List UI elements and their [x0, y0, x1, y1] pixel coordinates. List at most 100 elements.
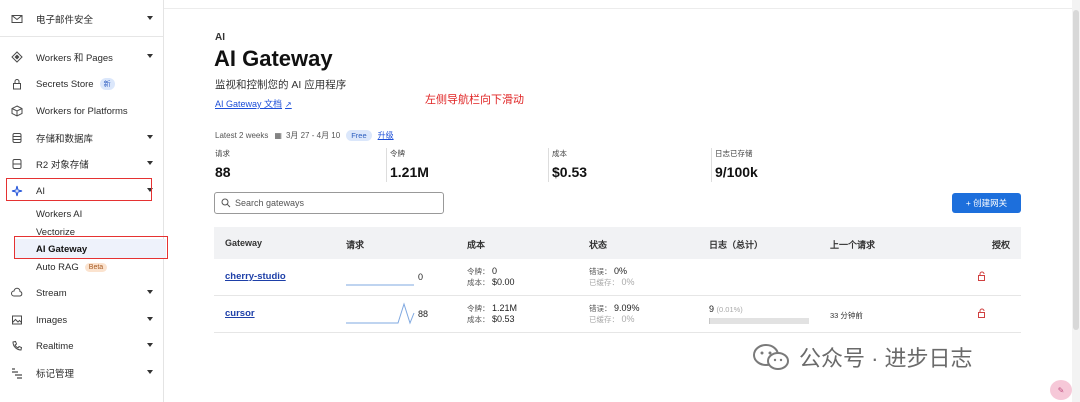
- gateway-name-link[interactable]: cursor: [225, 308, 255, 319]
- cost-label: 成本：: [467, 315, 490, 324]
- sidebar-item-secrets-store[interactable]: Secrets Store 新: [0, 71, 163, 97]
- chevron-down-icon: [147, 343, 153, 347]
- col-requests: 请求: [346, 240, 365, 250]
- upgrade-link[interactable]: 升级: [378, 130, 394, 141]
- col-cost: 成本: [467, 240, 486, 250]
- chevron-down-icon: [147, 135, 153, 139]
- image-icon: [10, 313, 24, 327]
- cube-icon: [10, 104, 24, 118]
- assistant-icon[interactable]: ✎: [1050, 380, 1072, 400]
- table-row[interactable]: cursor 88 令牌： 1.21M 成本： $0.53 错误： 9.09% …: [214, 296, 1021, 333]
- sidebar-item-label: 标记管理: [36, 369, 75, 380]
- breadcrumb: AI: [215, 32, 225, 43]
- unlock-icon[interactable]: [977, 271, 987, 281]
- scrollbar-thumb[interactable]: [1073, 10, 1079, 330]
- metric-requests: 请求 88: [215, 148, 365, 182]
- plan-badge: Free: [346, 130, 372, 141]
- chevron-down-icon: [147, 317, 153, 321]
- chevron-down-icon: [147, 16, 153, 20]
- sidebar-item-stream[interactable]: Stream: [0, 280, 163, 306]
- sidebar-subitem-auto-rag[interactable]: Auto RAG Beta: [36, 262, 108, 273]
- cost-value: $0.00: [492, 277, 515, 287]
- tokens-value: 0: [492, 266, 498, 276]
- sidebar-item-realtime[interactable]: Realtime: [0, 333, 163, 359]
- error-label: 错误：: [589, 267, 612, 276]
- search-icon: [221, 198, 231, 208]
- date-range: 3月 27 - 4月 10: [285, 131, 341, 140]
- cost-cell: 令牌： 1.21M 成本： $0.53: [467, 303, 517, 325]
- error-label: 错误：: [589, 304, 612, 313]
- highlight-box-ai-gateway: [14, 236, 168, 259]
- col-auth: 授权: [992, 240, 1011, 250]
- metric-label: 令牌: [390, 149, 405, 158]
- sidebar-item-r2[interactable]: R2 对象存储: [0, 151, 163, 177]
- sidebar-item-images[interactable]: Images: [0, 307, 163, 333]
- metric-value: 9/100k: [715, 164, 758, 180]
- new-badge: 新: [99, 78, 115, 90]
- search-input[interactable]: Search gateways: [214, 192, 444, 214]
- mail-icon: [10, 12, 24, 26]
- docs-link-label: AI Gateway 文档: [215, 99, 283, 109]
- cloud-icon: [10, 286, 24, 300]
- sidebar: 电子邮件安全 Workers 和 Pages Secrets Store 新 W…: [0, 0, 168, 402]
- divider: [0, 36, 163, 37]
- metric-value: $0.53: [552, 164, 588, 180]
- chevron-down-icon: [147, 54, 153, 58]
- bucket-icon: [10, 157, 24, 171]
- logs-cell: 9 (0.01%): [709, 304, 743, 314]
- col-logs: 日志（总计）: [709, 240, 764, 250]
- database-icon: [10, 131, 24, 145]
- cost-label: 成本：: [467, 278, 490, 287]
- sidebar-subitem-workers-ai[interactable]: Workers AI: [36, 209, 82, 220]
- metric-logs: 日志已存储 9/100k: [711, 148, 861, 182]
- search-placeholder: Search gateways: [235, 198, 305, 208]
- cache-value: 0%: [621, 277, 635, 287]
- tokens-value: 1.21M: [492, 303, 518, 313]
- requests-count: 88: [418, 309, 429, 319]
- metric-label: 请求: [215, 149, 230, 158]
- create-gateway-button[interactable]: + 创建网关: [952, 193, 1021, 213]
- cache-label: 已缓存：: [589, 315, 619, 324]
- phone-icon: [10, 339, 24, 353]
- last-request-time: 33 分钟前: [830, 311, 863, 320]
- tokens-label: 令牌：: [467, 304, 490, 313]
- scrollbar[interactable]: [1072, 0, 1080, 402]
- top-divider: [164, 8, 1080, 9]
- gateway-table: Gateway 请求 成本 状态 日志（总计） 上一个请求 授权 cherry-…: [214, 227, 1021, 333]
- metric-tokens: 令牌 1.21M: [386, 148, 536, 182]
- highlight-box-ai: [6, 178, 152, 201]
- workers-icon: [10, 50, 24, 64]
- error-value: 9.09%: [614, 303, 640, 313]
- sidebar-item-label: 电子邮件安全: [36, 15, 94, 26]
- sidebar-item-workers-pages[interactable]: Workers 和 Pages: [0, 44, 163, 70]
- tag-icon: [10, 366, 24, 380]
- table-row[interactable]: cherry-studio 0 令牌： 0 成本： $0.00 错误： 0% 已…: [214, 259, 1021, 296]
- metric-cost: 成本 $0.53: [548, 148, 698, 182]
- sidebar-item-workers-platforms[interactable]: Workers for Platforms: [0, 98, 163, 124]
- table-header: Gateway 请求 成本 状态 日志（总计） 上一个请求 授权: [214, 227, 1021, 259]
- watermark-text: 公众号 · 进步日志: [799, 346, 973, 371]
- chevron-down-icon: [147, 290, 153, 294]
- unlock-icon[interactable]: [977, 308, 987, 318]
- external-link-icon: ↗: [285, 100, 292, 109]
- metric-label: 成本: [552, 149, 567, 158]
- metric-label: 日志已存储: [715, 149, 753, 158]
- sidebar-item-label: Stream: [36, 287, 67, 299]
- sidebar-item-label: Auto RAG: [36, 262, 79, 273]
- main-content: AI AI Gateway 监视和控制您的 AI 应用程序 AI Gateway…: [164, 0, 1080, 402]
- chevron-down-icon: [147, 161, 153, 165]
- requests-sparkline: [346, 284, 414, 286]
- sidebar-item-storage[interactable]: 存储和数据库: [0, 125, 163, 151]
- sidebar-item-email-security[interactable]: 电子邮件安全: [0, 6, 163, 32]
- sidebar-item-label: Secrets Store: [36, 78, 94, 90]
- sidebar-item-tags[interactable]: 标记管理: [0, 360, 163, 386]
- col-last-request: 上一个请求: [830, 240, 876, 250]
- gateway-name-link[interactable]: cherry-studio: [225, 271, 286, 282]
- sidebar-item-label: Realtime: [36, 340, 74, 352]
- wechat-icon: [753, 344, 789, 370]
- date-filter[interactable]: Latest 2 weeks ▦ 3月 27 - 4月 10 Free 升级: [215, 130, 394, 141]
- metric-value: 88: [215, 164, 231, 180]
- docs-link[interactable]: AI Gateway 文档 ↗: [215, 97, 292, 110]
- col-status: 状态: [589, 240, 608, 250]
- metric-value: 1.21M: [390, 164, 429, 180]
